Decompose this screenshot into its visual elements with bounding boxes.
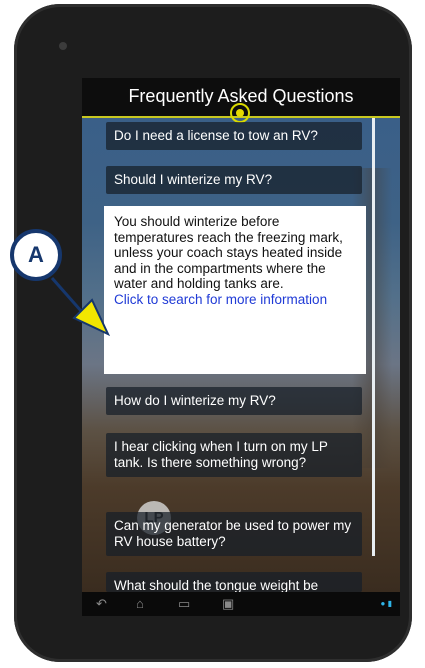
- arrow-head-icon: [72, 298, 111, 337]
- callout-arrow: [50, 277, 111, 337]
- callout-marker: A: [10, 229, 62, 281]
